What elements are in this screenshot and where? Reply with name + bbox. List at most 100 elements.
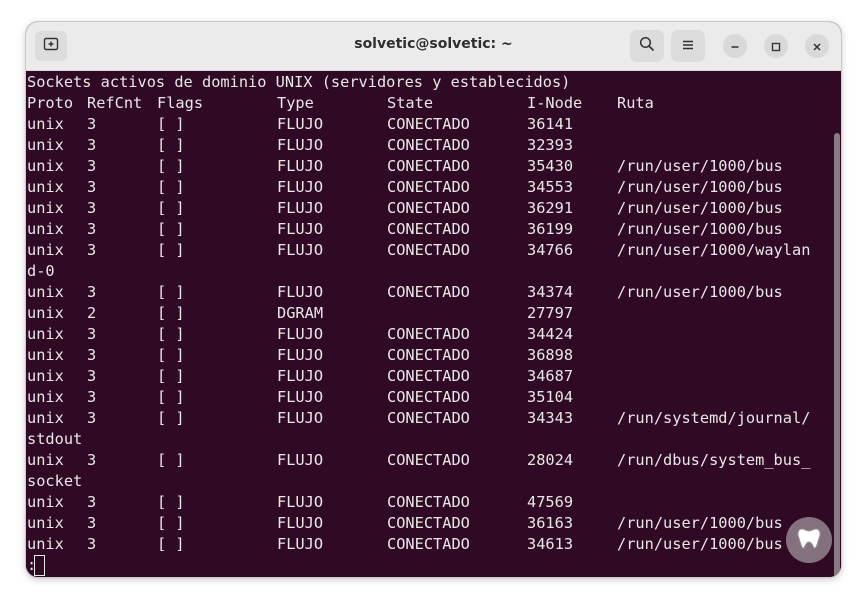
row-state: CONECTADO — [387, 367, 470, 385]
row-proto: unix — [27, 220, 64, 238]
row-flags: [ ] — [157, 325, 185, 343]
row-flags: [ ] — [157, 283, 185, 301]
row-path: /run/user/1000/bus — [617, 199, 783, 217]
socket-row: unix 3 [ ] FLUJO CONECTADO 34687 — [26, 366, 841, 387]
row-proto: unix — [27, 367, 64, 385]
row-refcnt: 2 — [87, 304, 97, 322]
row-type: FLUJO — [277, 115, 324, 133]
socket-row: unix 3 [ ] FLUJO CONECTADO 36199/run/user/100… — [26, 219, 841, 240]
socket-row: unix 3 [ ] FLUJO CONECTADO 36291/run/user/100… — [26, 198, 841, 219]
row-type: FLUJO — [277, 157, 324, 175]
header-refcnt: RefCnt — [87, 94, 143, 112]
maximize-button[interactable] — [764, 34, 788, 58]
row-path: /run/user/1000/bus — [617, 157, 783, 175]
output-heading: Sockets activos de dominio UNIX (servido… — [27, 73, 571, 91]
row-inode: 36199 — [527, 220, 574, 238]
row-inode: 27797 — [527, 304, 574, 322]
close-icon — [812, 37, 822, 56]
row-type: FLUJO — [277, 451, 324, 469]
row-proto: unix — [27, 199, 64, 217]
row-refcnt: 3 — [87, 220, 97, 238]
row-flags: [ ] — [157, 514, 185, 532]
socket-row: unix 3 [ ] FLUJO CONECTADO 36898 — [26, 345, 841, 366]
row-flags: [ ] — [157, 241, 185, 259]
row-proto: unix — [27, 535, 64, 553]
row-inode: 36163 — [527, 514, 574, 532]
menu-button[interactable] — [671, 30, 705, 62]
row-flags: [ ] — [157, 157, 185, 175]
search-icon — [639, 36, 655, 56]
text-cursor — [34, 555, 45, 576]
row-state: CONECTADO — [387, 514, 470, 532]
row-state: CONECTADO — [387, 451, 470, 469]
header-state: State — [387, 94, 434, 112]
maximize-icon — [771, 37, 781, 56]
row-state: CONECTADO — [387, 136, 470, 154]
row-path: /run/user/1000/bus — [617, 283, 783, 301]
row-flags: [ ] — [157, 304, 185, 322]
wrapped-line: d-0 — [27, 262, 55, 280]
row-type: FLUJO — [277, 367, 324, 385]
row-flags: [ ] — [157, 115, 185, 133]
scrollbar[interactable] — [834, 133, 840, 577]
row-proto: unix — [27, 346, 64, 364]
row-flags: [ ] — [157, 346, 185, 364]
row-type: FLUJO — [277, 346, 324, 364]
row-proto: unix — [27, 136, 64, 154]
row-state: CONECTADO — [387, 115, 470, 133]
hamburger-menu-icon — [681, 37, 695, 56]
close-button[interactable] — [805, 34, 829, 58]
row-type: FLUJO — [277, 136, 324, 154]
row-inode: 34374 — [527, 283, 574, 301]
socket-row: unix 3 [ ] FLUJO CONECTADO 34343/run/systemd/… — [26, 408, 841, 429]
row-proto: unix — [27, 178, 64, 196]
row-type: FLUJO — [277, 199, 324, 217]
row-proto: unix — [27, 115, 64, 133]
row-proto: unix — [27, 388, 64, 406]
row-proto: unix — [27, 514, 64, 532]
minimize-icon — [730, 37, 740, 56]
row-inode: 28024 — [527, 451, 574, 469]
header-inode: I-Node — [527, 94, 583, 112]
row-inode: 34613 — [527, 535, 574, 553]
row-state: CONECTADO — [387, 157, 470, 175]
socket-row: unix 3 [ ] FLUJO CONECTADO 34374/run/user/100… — [26, 282, 841, 303]
row-state: CONECTADO — [387, 346, 470, 364]
row-flags: [ ] — [157, 493, 185, 511]
header-type: Type — [277, 94, 314, 112]
row-type: DGRAM — [277, 304, 324, 322]
row-refcnt: 3 — [87, 388, 97, 406]
socket-row: unix 2 [ ] DGRAM 27797 — [26, 303, 841, 324]
row-proto: unix — [27, 283, 64, 301]
row-inode: 35104 — [527, 388, 574, 406]
header-path: Ruta — [617, 94, 654, 112]
row-type: FLUJO — [277, 535, 324, 553]
row-path: /run/user/1000/bus — [617, 220, 783, 238]
row-refcnt: 3 — [87, 241, 97, 259]
row-refcnt: 3 — [87, 157, 97, 175]
row-type: FLUJO — [277, 388, 324, 406]
row-type: FLUJO — [277, 220, 324, 238]
search-button[interactable] — [630, 30, 664, 62]
wrapped-line: socket — [27, 472, 83, 490]
socket-row: unix 3 [ ] FLUJO CONECTADO 34613/run/user/100… — [26, 534, 841, 555]
row-flags: [ ] — [157, 199, 185, 217]
row-refcnt: 3 — [87, 136, 97, 154]
terminal-window: solvetic@solvetic: ~ Sockets activos de … — [26, 22, 841, 577]
row-refcnt: 3 — [87, 199, 97, 217]
row-refcnt: 3 — [87, 514, 97, 532]
row-inode: 34766 — [527, 241, 574, 259]
row-type: FLUJO — [277, 325, 324, 343]
row-flags: [ ] — [157, 178, 185, 196]
terminal-output[interactable]: Sockets activos de dominio UNIX (servido… — [26, 71, 841, 577]
row-type: FLUJO — [277, 493, 324, 511]
socket-row: unix 3 [ ] FLUJO CONECTADO 47569 — [26, 492, 841, 513]
row-type: FLUJO — [277, 178, 324, 196]
row-flags: [ ] — [157, 220, 185, 238]
socket-row: unix 3 [ ] FLUJO CONECTADO 34766/run/user/100… — [26, 240, 841, 261]
tooth-logo-icon — [794, 523, 824, 557]
row-refcnt: 3 — [87, 325, 97, 343]
row-flags: [ ] — [157, 409, 185, 427]
minimize-button[interactable] — [723, 34, 747, 58]
row-type: FLUJO — [277, 514, 324, 532]
